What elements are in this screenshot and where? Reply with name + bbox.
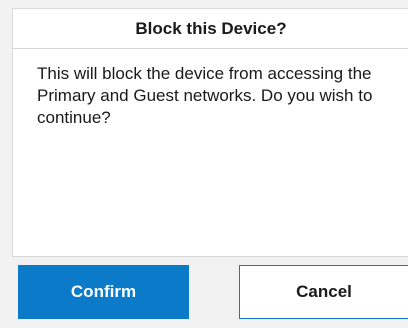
dialog-message: This will block the device from accessin… [37, 64, 373, 127]
dialog-panel: Block this Device? This will block the d… [12, 8, 408, 256]
block-device-dialog: Block this Device? This will block the d… [0, 0, 408, 328]
dialog-title: Block this Device? [13, 9, 408, 49]
cancel-button[interactable]: Cancel [239, 265, 408, 319]
dialog-footer: Confirm Cancel [12, 256, 408, 328]
confirm-button[interactable]: Confirm [18, 265, 189, 319]
